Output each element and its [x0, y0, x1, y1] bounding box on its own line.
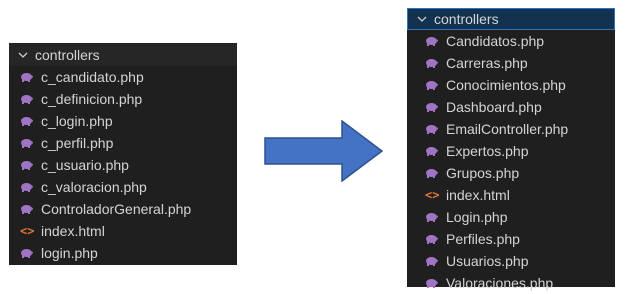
file-item[interactable]: Valoraciones.php	[407, 272, 615, 294]
php-icon	[425, 124, 439, 134]
file-name: Perfiles.php	[446, 231, 520, 247]
file-name: index.html	[41, 223, 105, 239]
file-item[interactable]: <> index.html	[407, 184, 615, 206]
file-item[interactable]: ControladorGeneral.php	[9, 198, 237, 220]
file-name: Usuarios.php	[446, 253, 529, 269]
folder-controllers-before[interactable]: controllers	[9, 44, 237, 66]
file-item[interactable]: c_usuario.php	[9, 154, 237, 176]
file-item[interactable]: Expertos.php	[407, 140, 615, 162]
folder-label: controllers	[35, 47, 100, 63]
php-icon	[20, 160, 34, 170]
php-icon	[425, 256, 439, 266]
explorer-after: controllers Candidatos.php Carreras.php Co…	[407, 8, 615, 291]
chevron-down-icon	[17, 49, 31, 61]
chevron-down-icon	[416, 13, 430, 25]
file-name: login.php	[41, 245, 98, 261]
file-name: c_login.php	[41, 113, 113, 129]
php-icon	[20, 116, 34, 126]
php-icon	[425, 102, 439, 112]
php-icon	[425, 36, 439, 46]
file-name: Candidatos.php	[446, 33, 545, 49]
file-name: Login.php	[446, 209, 508, 225]
file-item[interactable]: Perfiles.php	[407, 228, 615, 250]
file-item[interactable]: login.php	[9, 242, 237, 264]
file-name: Carreras.php	[446, 55, 528, 71]
file-name: c_definicion.php	[41, 91, 143, 107]
php-icon	[20, 72, 34, 82]
file-item[interactable]: Dashboard.php	[407, 96, 615, 118]
file-item[interactable]: Conocimientos.php	[407, 74, 615, 96]
file-item[interactable]: c_login.php	[9, 110, 237, 132]
file-name: c_candidato.php	[41, 69, 144, 85]
file-item[interactable]: c_definicion.php	[9, 88, 237, 110]
php-icon	[20, 182, 34, 192]
file-item[interactable]: Login.php	[407, 206, 615, 228]
file-item[interactable]: EmailController.php	[407, 118, 615, 140]
php-icon	[20, 248, 34, 258]
file-item[interactable]: <> index.html	[9, 220, 237, 242]
file-name: Valoraciones.php	[446, 275, 554, 291]
file-name: Dashboard.php	[446, 99, 542, 115]
php-icon	[425, 212, 439, 222]
file-item[interactable]: Grupos.php	[407, 162, 615, 184]
file-name: Grupos.php	[446, 165, 520, 181]
file-item[interactable]: c_perfil.php	[9, 132, 237, 154]
php-icon	[425, 234, 439, 244]
html-icon: <>	[425, 188, 440, 202]
file-item[interactable]: c_candidato.php	[9, 66, 237, 88]
html-icon: <>	[20, 224, 35, 238]
file-name: c_perfil.php	[41, 135, 114, 151]
php-icon	[425, 168, 439, 178]
file-item[interactable]: c_valoracion.php	[9, 176, 237, 198]
php-icon	[20, 94, 34, 104]
explorer-before: controllers c_candidato.php c_definicion.…	[9, 43, 237, 265]
php-icon	[425, 146, 439, 156]
arrow-right-icon	[264, 120, 384, 182]
file-name: c_usuario.php	[41, 157, 129, 173]
file-name: c_valoracion.php	[41, 179, 147, 195]
php-icon	[20, 138, 34, 148]
folder-label: controllers	[434, 11, 499, 27]
file-name: Conocimientos.php	[446, 77, 566, 93]
file-name: ControladorGeneral.php	[41, 201, 192, 217]
file-name: Expertos.php	[446, 143, 529, 159]
file-name: EmailController.php	[446, 121, 569, 137]
file-item[interactable]: Usuarios.php	[407, 250, 615, 272]
php-icon	[425, 58, 439, 68]
php-icon	[425, 80, 439, 90]
folder-controllers-after[interactable]: controllers	[407, 8, 615, 30]
file-item[interactable]: Candidatos.php	[407, 30, 615, 52]
php-icon	[20, 204, 34, 214]
file-item[interactable]: Carreras.php	[407, 52, 615, 74]
file-name: index.html	[446, 187, 510, 203]
